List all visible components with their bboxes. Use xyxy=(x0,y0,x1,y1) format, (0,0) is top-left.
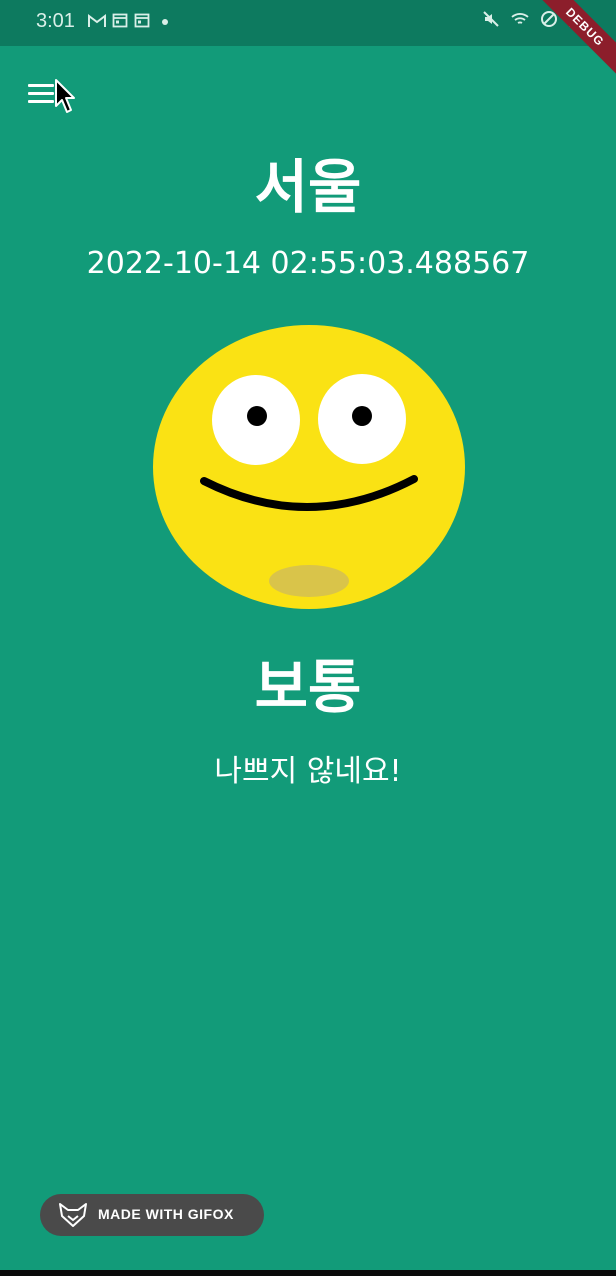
mute-icon xyxy=(482,10,500,32)
wifi-icon xyxy=(510,11,530,31)
calendar-icon xyxy=(112,12,128,33)
dot-icon xyxy=(156,13,170,33)
air-quality-message: 나쁘지 않네요! xyxy=(214,754,402,789)
gmail-icon xyxy=(88,13,106,33)
gifox-label: MADE WITH GIFOX xyxy=(98,1206,234,1222)
city-title: 서울 xyxy=(254,153,362,221)
bottom-edge xyxy=(0,1270,616,1276)
mouse-cursor-icon xyxy=(54,78,78,118)
smiley-face-icon xyxy=(152,324,466,610)
status-time: 3:01 xyxy=(36,10,75,32)
status-bar: 3:01 xyxy=(0,0,616,46)
menu-button[interactable] xyxy=(28,84,56,108)
measurement-datetime: 2022-10-14 02:55:03.488567 xyxy=(86,246,530,281)
air-quality-status: 보통 xyxy=(254,653,362,721)
notification-icons xyxy=(88,12,170,33)
fox-logo-icon xyxy=(58,1202,88,1228)
calendar-icon xyxy=(134,12,150,33)
gifox-watermark: MADE WITH GIFOX xyxy=(40,1194,264,1236)
hamburger-menu-icon xyxy=(28,84,54,87)
